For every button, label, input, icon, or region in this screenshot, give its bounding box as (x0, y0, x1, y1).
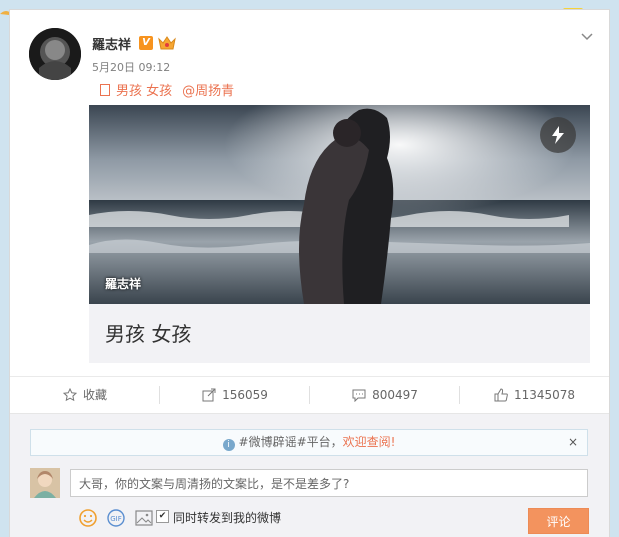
weibo-post-card: 羅志祥 V 5月20日 09:12 男孩 女孩 @周扬青 羅志祥 男孩 女孩 收… (9, 9, 610, 537)
username[interactable]: 羅志祥 (92, 34, 131, 53)
image-icon[interactable] (134, 508, 154, 528)
action-bar: 收藏 156059 800497 11345078 (10, 376, 609, 413)
commenter-avatar (30, 468, 60, 498)
post-text: 男孩 女孩 @周扬青 (100, 80, 234, 99)
media-card[interactable]: 羅志祥 男孩 女孩 (89, 105, 590, 363)
repost-count: 156059 (222, 388, 268, 402)
comment-count: 800497 (372, 388, 418, 402)
topic-link[interactable]: 男孩 女孩 (116, 84, 172, 99)
flash-icon[interactable] (540, 117, 576, 153)
also-repost-label[interactable]: 同时转发到我的微博 (173, 509, 281, 526)
like-icon (494, 388, 508, 402)
like-count: 11345078 (513, 388, 576, 402)
favorite-button[interactable]: 收藏 (10, 377, 160, 413)
crown-member-icon (158, 36, 176, 50)
media-photo[interactable]: 羅志祥 (89, 105, 590, 304)
comment-button[interactable]: 800497 (310, 377, 460, 413)
repost-icon (202, 388, 216, 402)
page-icon (100, 84, 110, 96)
notice-link[interactable]: 欢迎查阅! (343, 435, 396, 449)
like-button[interactable]: 11345078 (460, 377, 609, 413)
chevron-down-icon[interactable] (581, 30, 593, 44)
mention-link[interactable]: @周扬青 (182, 84, 234, 99)
svg-text:GIF: GIF (110, 515, 122, 523)
comment-area: i #微博辟谣#平台，欢迎查阅! × GIF ✔ 同时转发到我的微博 评论 (10, 413, 609, 537)
media-title[interactable]: 男孩 女孩 (105, 318, 191, 347)
rumor-notice: i #微博辟谣#平台，欢迎查阅! × (30, 429, 588, 456)
emoji-icon[interactable] (78, 508, 98, 528)
comment-submit-button[interactable]: 评论 (528, 508, 589, 534)
close-icon[interactable]: × (568, 430, 578, 455)
media-caption: 羅志祥 (105, 277, 142, 291)
user-avatar[interactable] (29, 28, 81, 80)
info-icon: i (222, 439, 235, 451)
notice-text[interactable]: #微博辟谣#平台， (239, 435, 343, 449)
comment-icon (352, 389, 366, 403)
gif-icon[interactable]: GIF (106, 508, 126, 528)
repost-button[interactable]: 156059 (160, 377, 310, 413)
favorite-label: 收藏 (82, 388, 107, 402)
post-time[interactable]: 5月20日 09:12 (92, 59, 170, 75)
star-icon (62, 387, 78, 402)
comment-input[interactable] (70, 469, 588, 497)
verified-badge-icon: V (139, 36, 153, 50)
also-repost-checkbox[interactable]: ✔ (156, 510, 169, 523)
